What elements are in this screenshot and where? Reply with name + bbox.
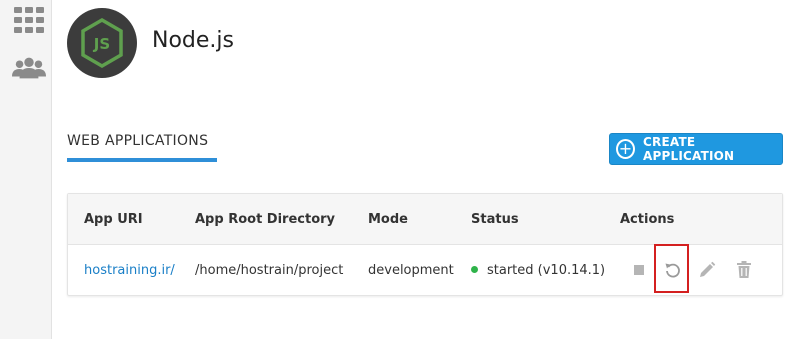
page-title: Node.js	[152, 28, 234, 53]
app-status: started (v10.14.1)	[471, 263, 605, 278]
applications-table: App URI App Root Directory Mode Status A…	[67, 193, 783, 296]
app-uri-link[interactable]: hostraining.ir/	[84, 263, 175, 278]
table-header: App URI App Root Directory Mode Status A…	[68, 194, 782, 245]
table-row: hostraining.ir/ /home/hostrain/project d…	[68, 245, 782, 295]
column-header-mode: Mode	[368, 212, 408, 227]
main-content: JS Node.js WEB APPLICATIONS + CREATE APP…	[52, 0, 796, 339]
status-text: started (v10.14.1)	[487, 263, 606, 278]
stop-icon[interactable]	[628, 259, 650, 281]
create-application-button[interactable]: + CREATE APPLICATION	[609, 133, 783, 165]
trash-icon[interactable]	[733, 259, 755, 281]
users-icon[interactable]	[12, 53, 46, 83]
sidebar	[0, 0, 52, 339]
restart-icon[interactable]	[662, 259, 684, 281]
app-root-directory: /home/hostrain/project	[195, 263, 344, 278]
logo-text: JS	[93, 35, 110, 53]
column-header-status: Status	[471, 212, 519, 227]
status-dot-icon	[471, 266, 478, 273]
column-header-app-root: App Root Directory	[195, 212, 336, 227]
grid-icon[interactable]	[12, 5, 46, 35]
plus-circle-icon: +	[616, 139, 636, 159]
nodejs-logo-icon: JS	[67, 8, 137, 78]
edit-icon[interactable]	[696, 259, 718, 281]
tab-web-applications[interactable]: WEB APPLICATIONS	[67, 132, 217, 162]
app-mode: development	[368, 263, 454, 278]
column-header-actions: Actions	[620, 212, 675, 227]
create-application-label: CREATE APPLICATION	[643, 135, 735, 163]
column-header-app-uri: App URI	[84, 212, 143, 227]
